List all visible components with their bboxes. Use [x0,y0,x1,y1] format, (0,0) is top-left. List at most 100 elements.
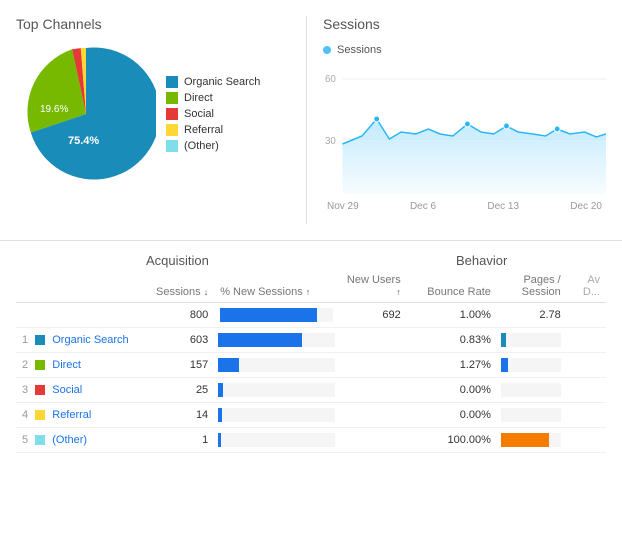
sessions-legend-label: Sessions [337,44,382,56]
th-channel [16,270,145,303]
bounce-rate-3: 0.00% [419,403,497,428]
svg-text:19.6%: 19.6% [40,104,68,115]
th-avg-duration: Av D... [567,270,606,303]
svg-text:30: 30 [325,136,336,147]
top-channels-panel: Top Channels 75.4% 19.6% [16,16,296,224]
summary-pages: 2.78 [497,303,567,328]
acquisition-group-label: Acquisition [146,253,456,268]
pie-legend: Organic Search Direct Social Referral (O… [166,76,260,152]
sessions-val-3: 14 [145,403,214,428]
channel-link-0[interactable]: Organic Search [52,334,128,346]
bar-inner-1 [218,358,239,372]
legend-label-direct: Direct [184,92,213,104]
bottom-table-section: Acquisition Behavior Sessions ↓ % New Se… [0,241,622,465]
summary-bar-inner [220,308,317,322]
pages-bar-4 [497,428,567,453]
sessions-val-1: 157 [145,353,214,378]
legend-color-organic [166,76,178,88]
legend-label-referral: Referral [184,124,223,136]
legend-label-social: Social [184,108,214,120]
channel-color-2 [35,385,45,395]
th-bounce-rate: Bounce Rate [419,270,497,303]
behavior-group-label: Behavior [456,253,507,268]
th-new-users: New Users ↑ [339,270,407,303]
summary-row: 800 692 1.00% 2.78 [16,303,606,328]
bounce-rate-1: 1.27% [419,353,497,378]
bounce-rate-0: 0.83% [419,328,497,353]
pie-chart: 75.4% 19.6% [16,44,156,184]
legend-organic: Organic Search [166,76,260,88]
table-row: 4 Referral 14 0.00% [16,403,606,428]
svg-text:60: 60 [325,74,336,85]
pages-bar-outer-4 [501,433,561,447]
new-sessions-bar-0 [214,328,339,353]
bar-outer-1 [218,358,335,372]
table-header-row: Sessions ↓ % New Sessions ↑ New Users ↑ … [16,270,606,303]
channel-cell-4: 5 (Other) [16,428,145,453]
legend-other: (Other) [166,140,260,152]
top-channels-chart-area: 75.4% 19.6% Organic Search Direct Social [16,44,296,184]
bar-outer-4 [218,433,335,447]
bar-outer-2 [218,383,335,397]
legend-label-other: (Other) [184,140,219,152]
pages-bar-outer-3 [501,408,561,422]
channel-cell-0: 1 Organic Search [16,328,145,353]
channel-cell-2: 3 Social [16,378,145,403]
sort-icon-new-users[interactable]: ↑ [396,287,401,297]
legend-referral: Referral [166,124,260,136]
channel-link-4[interactable]: (Other) [52,434,87,446]
sessions-dot-icon [323,46,331,54]
x-label-dec20: Dec 20 [570,201,602,212]
x-label-nov29: Nov 29 [327,201,359,212]
table-row: 1 Organic Search 603 0.83% [16,328,606,353]
channel-link-2[interactable]: Social [52,384,82,396]
data-table: Sessions ↓ % New Sessions ↑ New Users ↑ … [16,270,606,453]
pages-bar-inner-4 [501,433,549,447]
summary-sessions: 800 [145,303,214,328]
sessions-panel: Sessions Sessions 60 30 [306,16,606,224]
row-num-1: 2 [22,359,28,371]
channel-link-1[interactable]: Direct [52,359,81,371]
row-num-4: 5 [22,434,28,446]
pages-bar-inner-0 [501,333,506,347]
channel-color-1 [35,360,45,370]
top-channels-title: Top Channels [16,16,296,32]
group-headers: Acquisition Behavior [16,253,606,268]
bounce-rate-2: 0.00% [419,378,497,403]
row-num-0: 1 [22,334,28,346]
legend-color-other [166,140,178,152]
x-label-dec6: Dec 6 [410,201,436,212]
summary-new-sessions-bar [214,303,339,328]
pages-bar-0 [497,328,567,353]
bar-outer-3 [218,408,335,422]
sessions-legend: Sessions [323,44,606,56]
new-sessions-bar-3 [214,403,339,428]
legend-social: Social [166,108,260,120]
channel-link-3[interactable]: Referral [52,409,91,421]
channel-color-3 [35,410,45,420]
pages-bar-outer-1 [501,358,561,372]
new-users-0 [339,328,407,353]
summary-new-users: 692 [339,303,407,328]
svg-text:75.4%: 75.4% [68,135,99,147]
bounce-rate-4: 100.00% [419,428,497,453]
pages-bar-inner-1 [501,358,508,372]
sort-icon-sessions[interactable]: ↓ [204,287,209,297]
bar-inner-2 [218,383,223,397]
new-users-1 [339,353,407,378]
legend-direct: Direct [166,92,260,104]
table-row: 3 Social 25 0.00% [16,378,606,403]
new-sessions-bar-4 [214,428,339,453]
summary-bar-outer [220,308,333,322]
top-section: Top Channels 75.4% 19.6% [0,0,622,241]
bar-inner-0 [218,333,302,347]
channel-cell-1: 2 Direct [16,353,145,378]
summary-bounce-rate: 1.00% [419,303,497,328]
new-sessions-bar-1 [214,353,339,378]
pages-bar-2 [497,378,567,403]
sessions-val-0: 603 [145,328,214,353]
pages-bar-outer-2 [501,383,561,397]
channel-color-4 [35,435,45,445]
sort-icon-new-sessions[interactable]: ↑ [306,287,311,297]
pages-bar-1 [497,353,567,378]
